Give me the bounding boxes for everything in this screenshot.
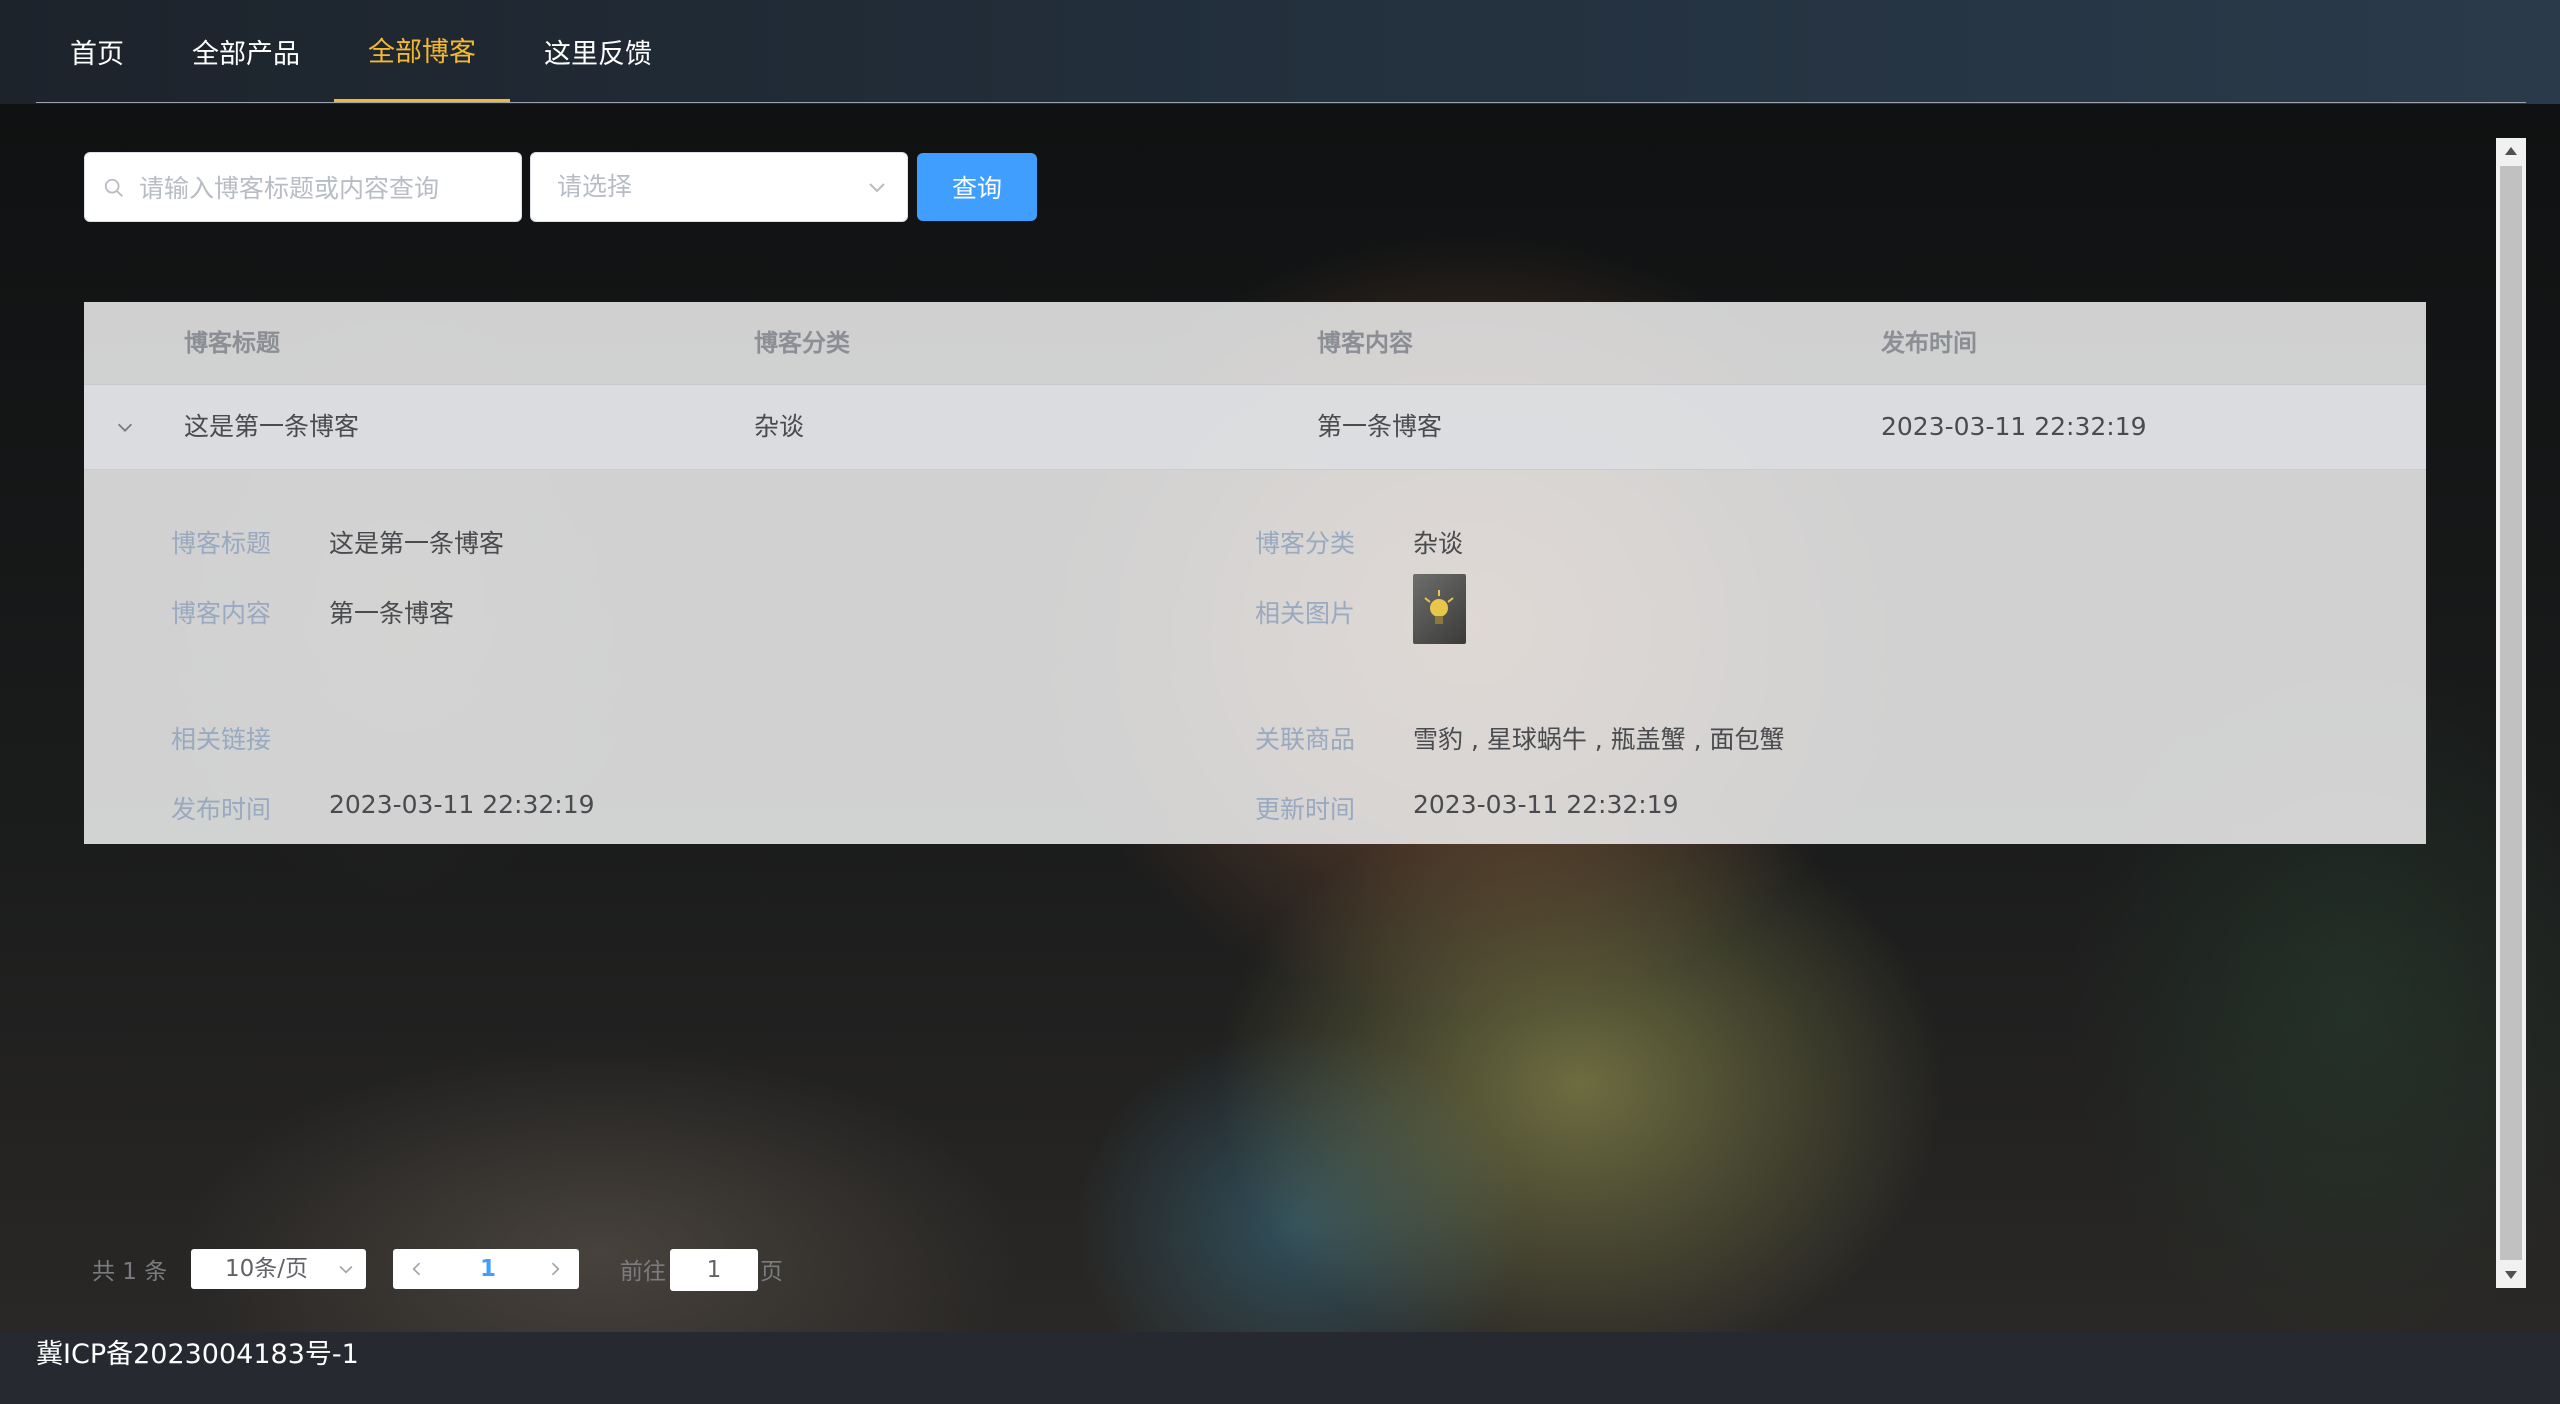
cell-published: 2023-03-11 22:32:19 — [1881, 412, 2147, 441]
scrollbar-thumb[interactable] — [2500, 166, 2522, 1260]
detail-link-label: 相关链接 — [171, 725, 272, 754]
pagination-goto-label: 前往 — [620, 1259, 666, 1285]
detail-category-label: 博客分类 — [1255, 529, 1356, 558]
category-select[interactable]: 请选择 — [530, 152, 908, 222]
detail-content-value: 第一条博客 — [329, 599, 455, 628]
pagination-total: 共 1 条 — [92, 1259, 168, 1285]
table-header: 博客标题 博客分类 博客内容 发布时间 — [84, 302, 2426, 385]
nav-item-products[interactable]: 全部产品 — [158, 0, 334, 102]
cell-category: 杂谈 — [754, 412, 805, 441]
cell-content: 第一条博客 — [1317, 412, 1443, 441]
detail-products-label: 关联商品 — [1255, 725, 1356, 754]
detail-title-label: 博客标题 — [171, 529, 272, 558]
icp-record-link[interactable]: 冀ICP备2023004183号-1 — [36, 1332, 359, 1378]
page-size-select[interactable]: 10条/页 — [191, 1249, 366, 1289]
detail-image-label: 相关图片 — [1255, 599, 1356, 628]
pagination-current-page[interactable]: 1 — [463, 1249, 513, 1289]
chevron-right-icon[interactable] — [545, 1259, 565, 1279]
detail-category-value: 杂谈 — [1413, 529, 1464, 558]
pagination-pager: 1 — [393, 1249, 579, 1289]
query-button[interactable]: 查询 — [917, 153, 1037, 221]
search-box — [84, 152, 522, 223]
chevron-down-icon[interactable] — [114, 416, 136, 438]
column-header-published[interactable]: 发布时间 — [1881, 302, 1977, 384]
page-size-value: 10条/页 — [225, 1256, 309, 1282]
detail-title-value: 这是第一条博客 — [329, 529, 505, 558]
detail-updated-label: 更新时间 — [1255, 795, 1356, 824]
nav-menu: 首页 全部产品 全部博客 这里反馈 — [36, 0, 686, 102]
cell-title: 这是第一条博客 — [184, 412, 360, 441]
footer: 冀ICP备2023004183号-1 — [0, 1332, 2560, 1404]
detail-content-label: 博客内容 — [171, 599, 272, 628]
blog-table: 博客标题 博客分类 博客内容 发布时间 这是第一条博客 杂谈 第一条博客 202… — [84, 302, 2426, 844]
column-header-title[interactable]: 博客标题 — [184, 302, 280, 384]
pagination-page-suffix: 页 — [760, 1259, 783, 1285]
related-image-thumbnail[interactable] — [1413, 574, 1466, 644]
detail-published-value: 2023-03-11 22:32:19 — [329, 790, 595, 819]
chevron-left-icon[interactable] — [407, 1259, 427, 1279]
nav-item-blogs[interactable]: 全部博客 — [334, 0, 510, 102]
table-row[interactable]: 这是第一条博客 杂谈 第一条博客 2023-03-11 22:32:19 — [84, 385, 2426, 470]
detail-products-value: 雪豹 , 星球蜗牛 , 瓶盖蟹 , 面包蟹 — [1413, 725, 1785, 754]
scroll-up-arrow-icon[interactable] — [2496, 138, 2526, 166]
column-header-category[interactable]: 博客分类 — [754, 302, 850, 384]
scroll-down-arrow-icon[interactable] — [2496, 1260, 2526, 1288]
pagination-jump-input[interactable] — [670, 1249, 758, 1291]
detail-updated-value: 2023-03-11 22:32:19 — [1413, 790, 1679, 819]
nav-item-home[interactable]: 首页 — [36, 0, 158, 102]
detail-published-label: 发布时间 — [171, 795, 272, 824]
category-select-placeholder: 请选择 — [557, 172, 633, 201]
nav-divider — [36, 102, 2526, 103]
vertical-scrollbar[interactable] — [2496, 138, 2526, 1288]
nav-item-feedback[interactable]: 这里反馈 — [510, 0, 686, 102]
search-icon — [104, 178, 123, 197]
chevron-down-icon — [869, 183, 885, 193]
lightbulb-icon — [1424, 590, 1454, 624]
top-navbar: 首页 全部产品 全部博客 这里反馈 — [0, 0, 2560, 104]
chevron-down-icon — [339, 1265, 353, 1274]
search-input[interactable] — [137, 153, 511, 223]
column-header-content[interactable]: 博客内容 — [1317, 302, 1413, 384]
